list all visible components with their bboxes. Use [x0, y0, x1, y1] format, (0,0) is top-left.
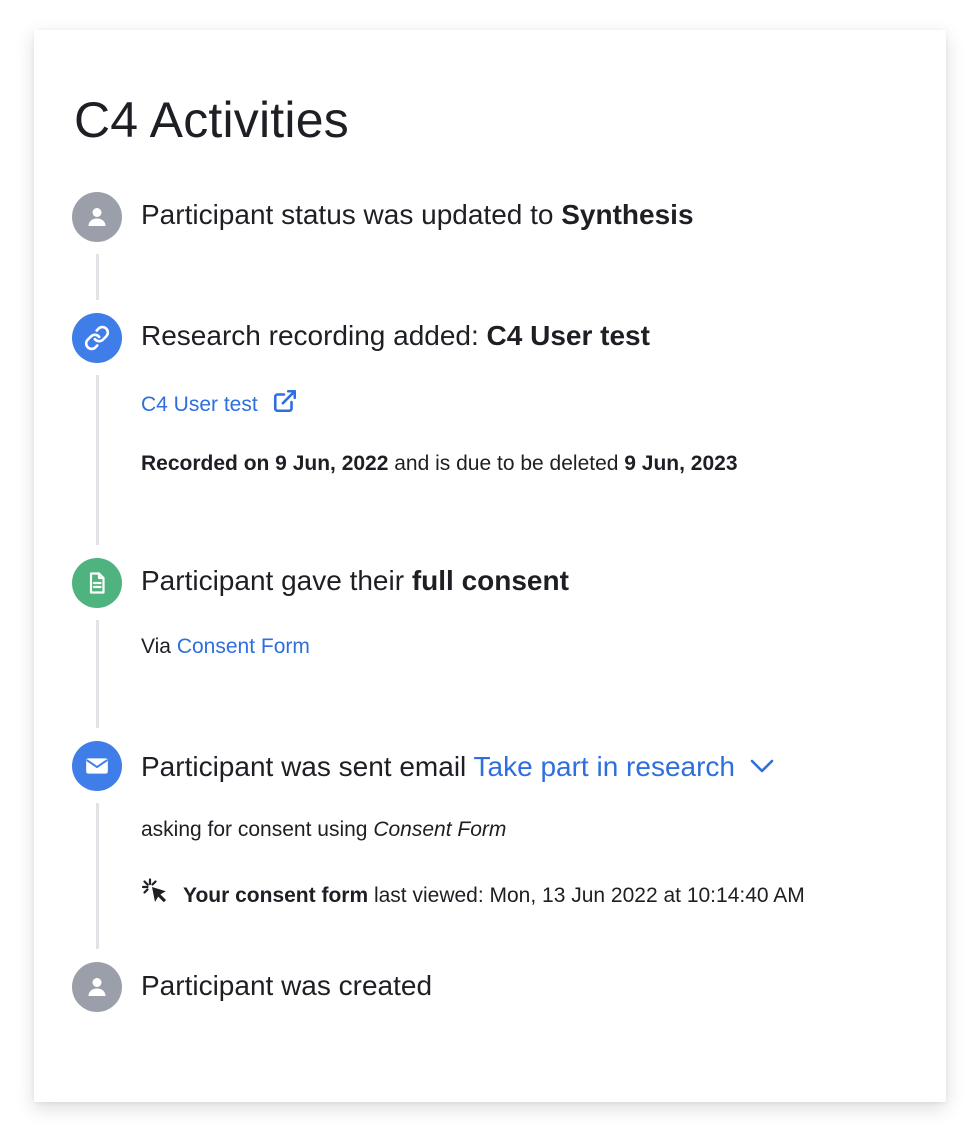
activity-headline: Participant was created	[141, 969, 432, 1003]
status-value: Synthesis	[561, 199, 694, 230]
activity-headline: Participant was sent email Take part in …	[141, 748, 775, 784]
link-icon	[72, 313, 122, 363]
recording-link[interactable]: C4 User test	[141, 393, 258, 416]
email-form-name: Consent Form	[373, 818, 507, 841]
document-icon	[72, 558, 122, 608]
activity-text: Participant gave their	[141, 565, 412, 596]
external-link-icon[interactable]	[272, 388, 298, 421]
form-viewed-row: Your consent form last viewed: Mon, 13 J…	[141, 878, 805, 915]
recording-link-row: C4 User test	[141, 388, 298, 421]
activity-text: Participant was created	[141, 970, 433, 1001]
activity-headline: Participant gave their full consent	[141, 564, 569, 598]
chevron-down-icon[interactable]	[749, 748, 775, 782]
via-label: Via	[141, 635, 177, 658]
recorded-on: Recorded on 9 Jun, 2022	[141, 452, 389, 475]
last-viewed-text: last viewed: Mon, 13 Jun 2022 at 10:14:4…	[368, 884, 805, 907]
recorded-middle: and is due to be deleted	[388, 452, 625, 475]
user-icon	[72, 192, 122, 242]
consent-form-label: Your consent form	[183, 884, 369, 907]
activity-text: Participant status was updated to	[141, 199, 562, 230]
envelope-icon	[72, 741, 122, 791]
activity-headline: Participant status was updated to Synthe…	[141, 198, 694, 232]
activity-text: Research recording added:	[141, 320, 487, 351]
recording-dates: Recorded on 9 Jun, 2022 and is due to be…	[141, 451, 738, 477]
cursor-click-icon	[141, 878, 171, 915]
consent-level: full consent	[411, 565, 569, 596]
user-icon	[72, 962, 122, 1012]
page-title: C4 Activities	[74, 92, 349, 148]
delete-date: 9 Jun, 2023	[624, 452, 738, 475]
timeline-connector	[96, 254, 99, 300]
email-template-link[interactable]: Take part in research	[474, 751, 735, 782]
timeline-connector	[96, 803, 99, 949]
activity-headline: Research recording added: C4 User test	[141, 319, 650, 353]
activity-text: Participant was sent email	[141, 751, 474, 782]
email-detail-text: asking for consent using	[141, 818, 374, 841]
email-detail: asking for consent using Consent Form	[141, 817, 506, 843]
timeline-connector	[96, 620, 99, 728]
timeline-connector	[96, 375, 99, 545]
consent-via-row: Via Consent Form	[141, 634, 310, 660]
consent-form-link[interactable]: Consent Form	[177, 635, 310, 658]
activities-card: C4 Activities Participant status was upd…	[34, 30, 946, 1102]
recording-name: C4 User test	[486, 320, 650, 351]
